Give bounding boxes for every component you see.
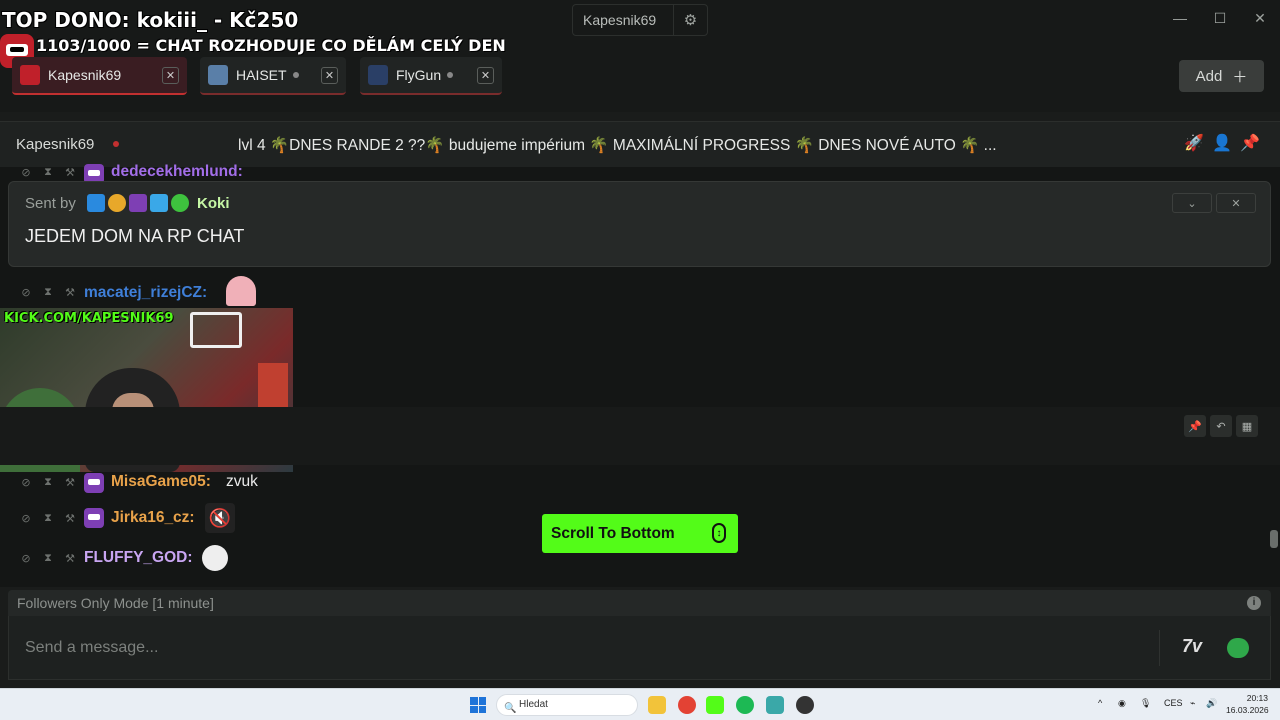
tab-flygun[interactable]: FlyGun ✕ xyxy=(360,57,502,95)
reply-icon[interactable]: ↶ xyxy=(1210,415,1232,437)
app-icon[interactable] xyxy=(766,696,784,714)
pin-icon[interactable]: 📌 xyxy=(1239,133,1261,155)
unpin-icon[interactable]: ✕ xyxy=(1216,193,1256,213)
windows-taskbar: 🔍 Hledat ^ ◉ 🎙 CES ⌁ 🔊 20:13 16.03.2026 xyxy=(0,688,1280,720)
search-label: Hledat xyxy=(519,699,548,710)
add-channel-button[interactable]: Add ＋ xyxy=(1179,60,1264,92)
emote-image xyxy=(226,276,256,306)
pin-message-icon[interactable]: 📌 xyxy=(1184,415,1206,437)
live-indicator xyxy=(113,141,119,147)
close-icon[interactable]: ✕ xyxy=(321,67,338,84)
maximize-button[interactable]: ☐ xyxy=(1210,10,1230,27)
message-composer: 7v xyxy=(8,616,1271,680)
minimize-button[interactable]: — xyxy=(1170,10,1190,26)
plus-icon: ＋ xyxy=(1232,68,1248,86)
mod-actions[interactable]: ⊘ ⧗ ⚒ xyxy=(20,512,76,525)
muted-speaker-emote-icon: 🔇 xyxy=(205,503,235,533)
tab-haiset[interactable]: HAISET ✕ xyxy=(200,57,346,95)
clock[interactable]: 20:13 16.03.2026 xyxy=(1226,692,1269,716)
pinned-text: JEDEM DOM NA RP CHAT xyxy=(25,226,245,246)
kick-app-icon[interactable] xyxy=(706,696,724,714)
sender-badges xyxy=(87,194,189,212)
sub-badge-icon xyxy=(129,194,147,212)
cube-badge-icon xyxy=(150,194,168,212)
mod-actions[interactable]: ⊘ ⧗ ⚒ xyxy=(20,552,76,565)
kick-url-overlay: KICK.COM/KAPESNIK69 xyxy=(4,311,174,326)
message-input[interactable] xyxy=(25,636,1145,660)
info-icon[interactable]: i xyxy=(1247,596,1261,610)
chrome-icon[interactable] xyxy=(678,696,696,714)
pinned-message: Sent by Koki JEDEM DOM NA RP CHAT ⌄ ✕ xyxy=(8,181,1271,267)
obs-icon[interactable] xyxy=(796,696,814,714)
followers-mode-bar: Followers Only Mode [1 minute] i xyxy=(8,590,1271,616)
user-icon[interactable]: 👤 xyxy=(1211,133,1233,155)
rocket-icon[interactable]: 🚀 xyxy=(1183,133,1205,155)
chat-username[interactable]: Jirka16_cz: xyxy=(111,509,195,527)
tab-label: HAISET xyxy=(236,67,287,83)
close-window-button[interactable]: ✕ xyxy=(1250,10,1270,27)
network-icon[interactable]: ⌁ xyxy=(1190,698,1195,709)
verified-badge-icon xyxy=(171,194,189,212)
account-name: Kapesnik69 xyxy=(583,12,657,28)
close-icon[interactable]: ✕ xyxy=(477,67,494,84)
account-switcher[interactable]: Kapesnik69 ⚙ xyxy=(572,4,708,36)
windows-start-icon[interactable] xyxy=(470,697,486,713)
tab-label: Kapesnik69 xyxy=(48,67,122,83)
microphone-icon[interactable]: 🎙 xyxy=(1140,698,1151,709)
chat-scrollbar[interactable] xyxy=(1270,530,1278,548)
taskbar-search[interactable]: 🔍 Hledat xyxy=(496,694,638,716)
user-badge-icon xyxy=(84,508,104,528)
sent-by-label: Sent by xyxy=(25,195,76,212)
date: 16.03.2026 xyxy=(1226,705,1269,715)
hovered-message-row[interactable] xyxy=(0,407,1280,465)
close-icon[interactable]: ✕ xyxy=(162,67,179,84)
channel-avatar xyxy=(368,65,388,85)
subgoal-overlay: 1103/1000 = CHAT ROZHODUJE CO DĚLÁM CELÝ… xyxy=(36,36,506,55)
time: 20:13 xyxy=(1246,693,1268,703)
moderator-badge-icon xyxy=(87,194,105,212)
top-donation-overlay: TOP DONO: kokiii_ - Kč250 xyxy=(2,8,299,32)
volume-icon[interactable]: 🔊 xyxy=(1206,698,1217,709)
tab-label: FlyGun xyxy=(396,67,442,83)
channel-avatar xyxy=(20,65,40,85)
divider xyxy=(1159,630,1160,666)
chat-message-text: zvuk xyxy=(226,473,258,490)
skull-emote-icon xyxy=(202,545,228,571)
mod-actions[interactable]: ⊘ ⧗ ⚒ xyxy=(20,286,76,299)
chat-username[interactable]: macatej_rizejCZ: xyxy=(84,284,207,302)
channel-header: Kapesnik69 lvl 4 🌴DNES RANDE 2 ??🌴 buduj… xyxy=(0,121,1280,167)
scroll-arrows-icon: ↕ xyxy=(712,523,726,543)
channel-avatar xyxy=(208,65,228,85)
stream-title: lvl 4 🌴DNES RANDE 2 ??🌴 budujeme impériu… xyxy=(238,137,997,154)
followers-mode-text: Followers Only Mode [1 minute] xyxy=(17,595,214,611)
mod-actions[interactable]: ⊘ ⧗ ⚒ xyxy=(20,476,76,489)
gear-icon[interactable]: ⚙ xyxy=(673,5,707,35)
message-actions: 📌 ↶ ▦ xyxy=(1184,415,1258,437)
add-label: Add xyxy=(1195,67,1223,85)
channel-name: Kapesnik69 xyxy=(16,136,95,153)
chevron-up-icon[interactable]: ^ xyxy=(1098,698,1102,708)
file-explorer-icon[interactable] xyxy=(648,696,666,714)
user-badge-icon xyxy=(84,473,104,493)
seventv-emote-icon[interactable]: 7v xyxy=(1182,636,1202,657)
chat-username[interactable]: FLUFFY_GOD: xyxy=(84,549,193,567)
tab-kapesnik69[interactable]: Kapesnik69 ✕ xyxy=(12,57,187,95)
kick-emote-icon[interactable] xyxy=(1227,638,1249,658)
search-icon: 🔍 xyxy=(504,703,517,714)
chevron-down-icon[interactable]: ⌄ xyxy=(1172,193,1212,213)
offline-dot-icon xyxy=(447,72,454,78)
scroll-to-bottom-button[interactable]: Scroll To Bottom ↕ xyxy=(542,514,738,553)
chat-username[interactable]: dedecekhemlund: xyxy=(111,163,243,181)
mod-actions[interactable]: ⊘ ⧗ ⚒ xyxy=(20,166,76,179)
gifter-badge-icon xyxy=(108,194,126,212)
spotify-icon[interactable] xyxy=(736,696,754,714)
tray-app-icon[interactable]: ◉ xyxy=(1118,698,1126,709)
language-indicator[interactable]: CES xyxy=(1164,698,1183,708)
chat-username[interactable]: MisaGame05: xyxy=(111,473,211,491)
scroll-label: Scroll To Bottom xyxy=(551,524,675,542)
pinned-sender[interactable]: Koki xyxy=(197,195,230,212)
offline-dot-icon xyxy=(292,72,299,78)
copy-icon[interactable]: ▦ xyxy=(1236,415,1258,437)
